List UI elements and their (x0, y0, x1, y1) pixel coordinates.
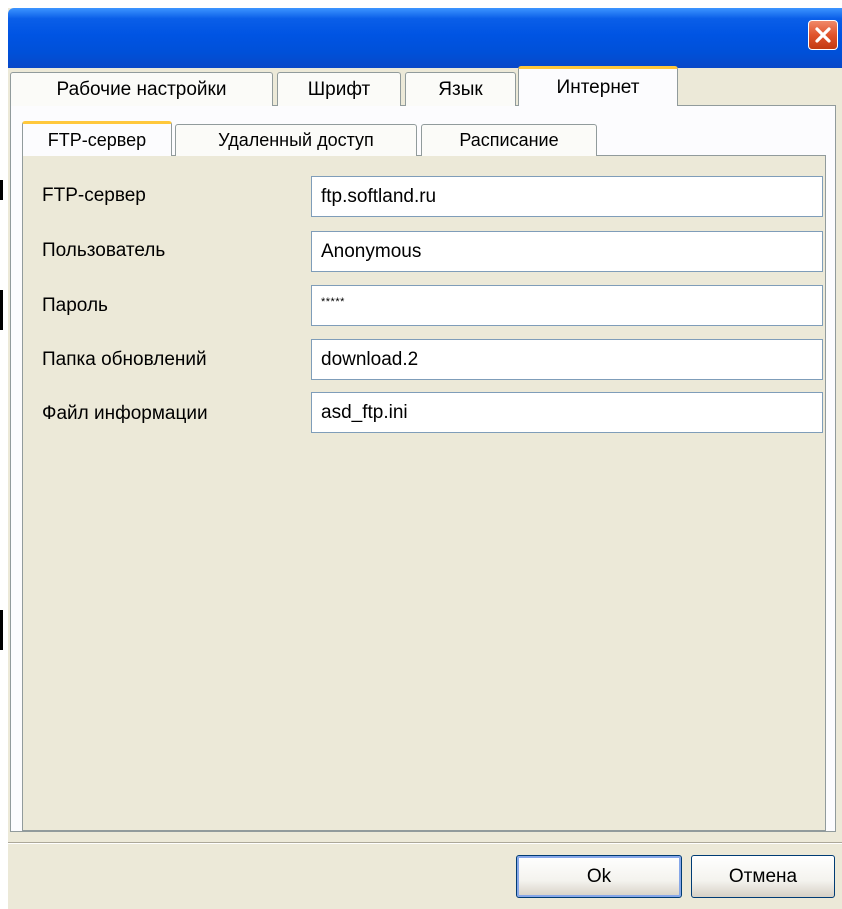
tab-language[interactable]: Язык (405, 72, 516, 106)
tab-font[interactable]: Шрифт (277, 72, 401, 106)
ftp-server-input[interactable]: ftp.softland.ru (311, 176, 823, 217)
info-file-input[interactable]: asd_ftp.ini (311, 392, 823, 433)
ok-button[interactable]: Ok (516, 855, 682, 898)
title-bar[interactable] (8, 8, 842, 68)
tab-internet[interactable]: Интернет (518, 66, 678, 106)
update-folder-input[interactable]: download.2 (311, 339, 823, 380)
user-label: Пользователь (42, 240, 166, 261)
cancel-button[interactable]: Отмена (691, 855, 835, 898)
close-icon (815, 27, 831, 43)
tab-work-settings[interactable]: Рабочие настройки (10, 72, 273, 106)
edge-mark (0, 610, 3, 650)
ftp-server-label: FTP-сервер (42, 185, 146, 206)
edge-mark (0, 180, 3, 200)
user-input[interactable]: Anonymous (311, 231, 823, 272)
subtab-schedule[interactable]: Расписание (421, 124, 597, 156)
divider (8, 842, 842, 844)
update-folder-label: Папка обновлений (42, 349, 207, 370)
subtab-remote-access[interactable]: Удаленный доступ (175, 124, 417, 156)
password-input[interactable]: ***** (311, 285, 823, 326)
close-button[interactable] (808, 20, 838, 50)
subtab-ftp-server[interactable]: FTP-сервер (22, 121, 172, 156)
left-edge (0, 0, 8, 909)
password-label: Пароль (42, 295, 108, 316)
info-file-label: Файл информации (42, 403, 208, 424)
edge-mark (0, 290, 3, 330)
